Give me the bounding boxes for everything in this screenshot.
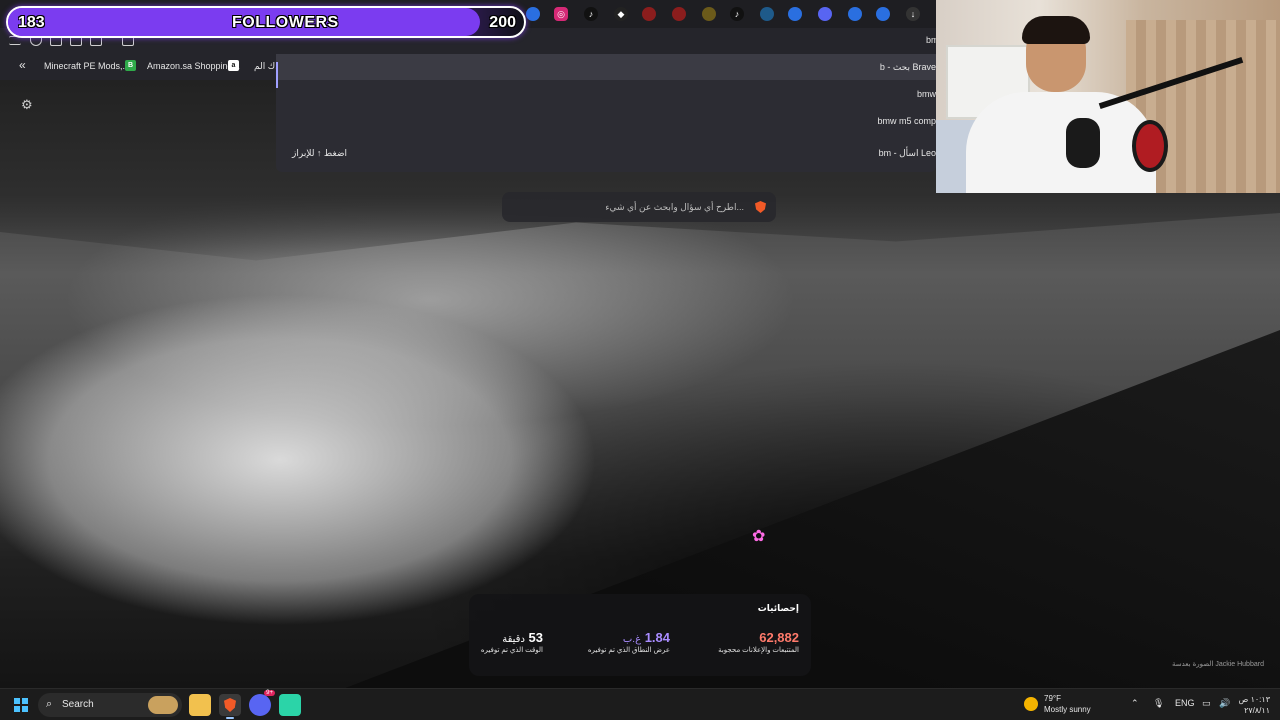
webcam-overlay: [936, 0, 1280, 193]
amazon-icon: a: [228, 60, 239, 71]
windows-logo-icon[interactable]: [14, 698, 28, 712]
brave-icon[interactable]: [219, 694, 241, 719]
tiktok-tab-icon-2[interactable]: ♪: [730, 7, 744, 21]
stat-value: 53 دقيقة: [502, 630, 543, 645]
cam-person-body: [966, 92, 1156, 193]
tiktok-tab-icon[interactable]: ♪: [584, 7, 598, 21]
discord-badge: 9+: [264, 690, 275, 696]
tab-icon-9[interactable]: [760, 7, 774, 21]
suggestion-row[interactable]: bmw: [276, 81, 936, 107]
microphone-icon[interactable]: 🎙: [1153, 698, 1164, 709]
brave-lion-icon: [755, 201, 766, 213]
tab-icon-4[interactable]: ◆: [614, 7, 628, 21]
search-highlight-icon: [148, 696, 178, 714]
tab-icon-5[interactable]: [642, 7, 656, 21]
cursor-effect-icon: ✿: [752, 528, 766, 545]
bookmark-badge-icon: B: [125, 60, 136, 71]
weather-desc: Mostly sunny: [1044, 705, 1091, 714]
network-icon[interactable]: ▭: [1202, 698, 1211, 709]
tab-icon-7[interactable]: [702, 7, 716, 21]
address-suggestions: b - بحث Brave bmw bmw m5 comp اضغط ↑ للإ…: [276, 54, 936, 172]
app-icon[interactable]: [279, 694, 301, 716]
discord-tab-icon[interactable]: [818, 7, 832, 21]
suggestion-text: bm - اسأل Leo: [878, 148, 936, 158]
gear-icon[interactable]: ⚙: [21, 97, 33, 113]
chevron-up-icon[interactable]: ⌃: [1131, 698, 1139, 709]
cam-headphones: [1132, 120, 1168, 172]
tab-icon-12[interactable]: [848, 7, 862, 21]
file-explorer-icon[interactable]: [189, 694, 211, 716]
stat-label: الوقت الذي تم توفيره: [480, 647, 543, 654]
followers-current: 183: [18, 14, 45, 31]
stats-card: إحصائيات 62,882 المتتبعات والإعلانات محج…: [469, 594, 811, 676]
collapse-sidebar-icon[interactable]: «: [19, 58, 26, 72]
suggestion-row[interactable]: b - بحث Brave: [276, 54, 936, 88]
language-indicator[interactable]: ENG: [1175, 698, 1195, 708]
stat-value: 1.84 غ.ب: [622, 630, 670, 645]
suggestion-hint: اضغط ↑ للإبراز: [292, 148, 347, 158]
stat-bandwidth: 1.84 غ.ب عرض النطاق الذي تم توفيره: [588, 630, 670, 654]
download-tab-icon[interactable]: ↓: [906, 7, 920, 21]
stat-trackers: 62,882 المتتبعات والإعلانات محجوبة: [718, 630, 799, 654]
suggestion-text: b - بحث Brave: [879, 62, 936, 72]
stats-title: إحصائيات: [757, 603, 799, 613]
search-placeholder: اطرح أي سؤال وابحث عن أي شيء...: [605, 202, 744, 212]
bookmarks-bar: « Minecraft PE Mods,... B Amazon.sa Shop…: [0, 54, 283, 80]
followers-goal: 200: [489, 14, 516, 31]
taskbar: ⌕ Search 9+ 79°F Mostly sunny ⌃ 🎙 ENG ▭ …: [0, 688, 1280, 720]
suggestion-row[interactable]: bmw m5 comp: [276, 108, 936, 134]
cam-microphone: [1066, 118, 1100, 168]
stat-label: المتتبعات والإعلانات محجوبة: [718, 647, 799, 654]
newtab-search[interactable]: اطرح أي سؤال وابحث عن أي شيء...: [502, 192, 776, 222]
followers-goal-bar: 183 FOLLOWERS 200: [6, 6, 526, 38]
tab-icon-13[interactable]: [876, 7, 890, 21]
clock-time: ١٠:١٣ ص: [1238, 695, 1270, 704]
volume-icon[interactable]: 🔊: [1219, 698, 1230, 709]
bookmark-minecraft[interactable]: Minecraft PE Mods,...: [44, 61, 130, 71]
stat-time: 53 دقيقة الوقت الذي تم توفيره: [481, 630, 543, 654]
weather-temp: 79°F: [1044, 694, 1061, 703]
suggestion-row[interactable]: اضغط ↑ للإبراز bm - اسأل Leo: [276, 140, 936, 166]
clock-date: ٢٧/٨/١١: [1244, 706, 1270, 715]
photo-credit[interactable]: الصورة بعدسة Jackie Hubbard: [1172, 660, 1264, 668]
suggestion-text: bmw m5 comp: [877, 116, 936, 126]
instagram-tab-icon[interactable]: ◎: [554, 7, 568, 21]
tab-icon-10[interactable]: [788, 7, 802, 21]
stat-value: 62,882: [759, 630, 799, 645]
cam-person-hair: [1022, 16, 1090, 44]
followers-label: FOLLOWERS: [232, 14, 339, 31]
search-icon: ⌕: [46, 698, 53, 710]
tab-icon-1[interactable]: [526, 7, 540, 21]
clock[interactable]: ١٠:١٣ ص ٢٧/٨/١١: [1238, 694, 1270, 716]
taskbar-search[interactable]: ⌕ Search: [38, 693, 182, 717]
stat-label: عرض النطاق الذي تم توفيره: [587, 647, 670, 654]
sun-icon: [1024, 697, 1038, 711]
discord-icon[interactable]: 9+: [249, 690, 275, 716]
bookmark-amazon[interactable]: Amazon.sa Shopping...: [147, 61, 240, 71]
tab-icon-6[interactable]: [672, 7, 686, 21]
taskbar-search-label: Search: [62, 699, 94, 710]
suggestion-text: bmw: [916, 89, 936, 99]
